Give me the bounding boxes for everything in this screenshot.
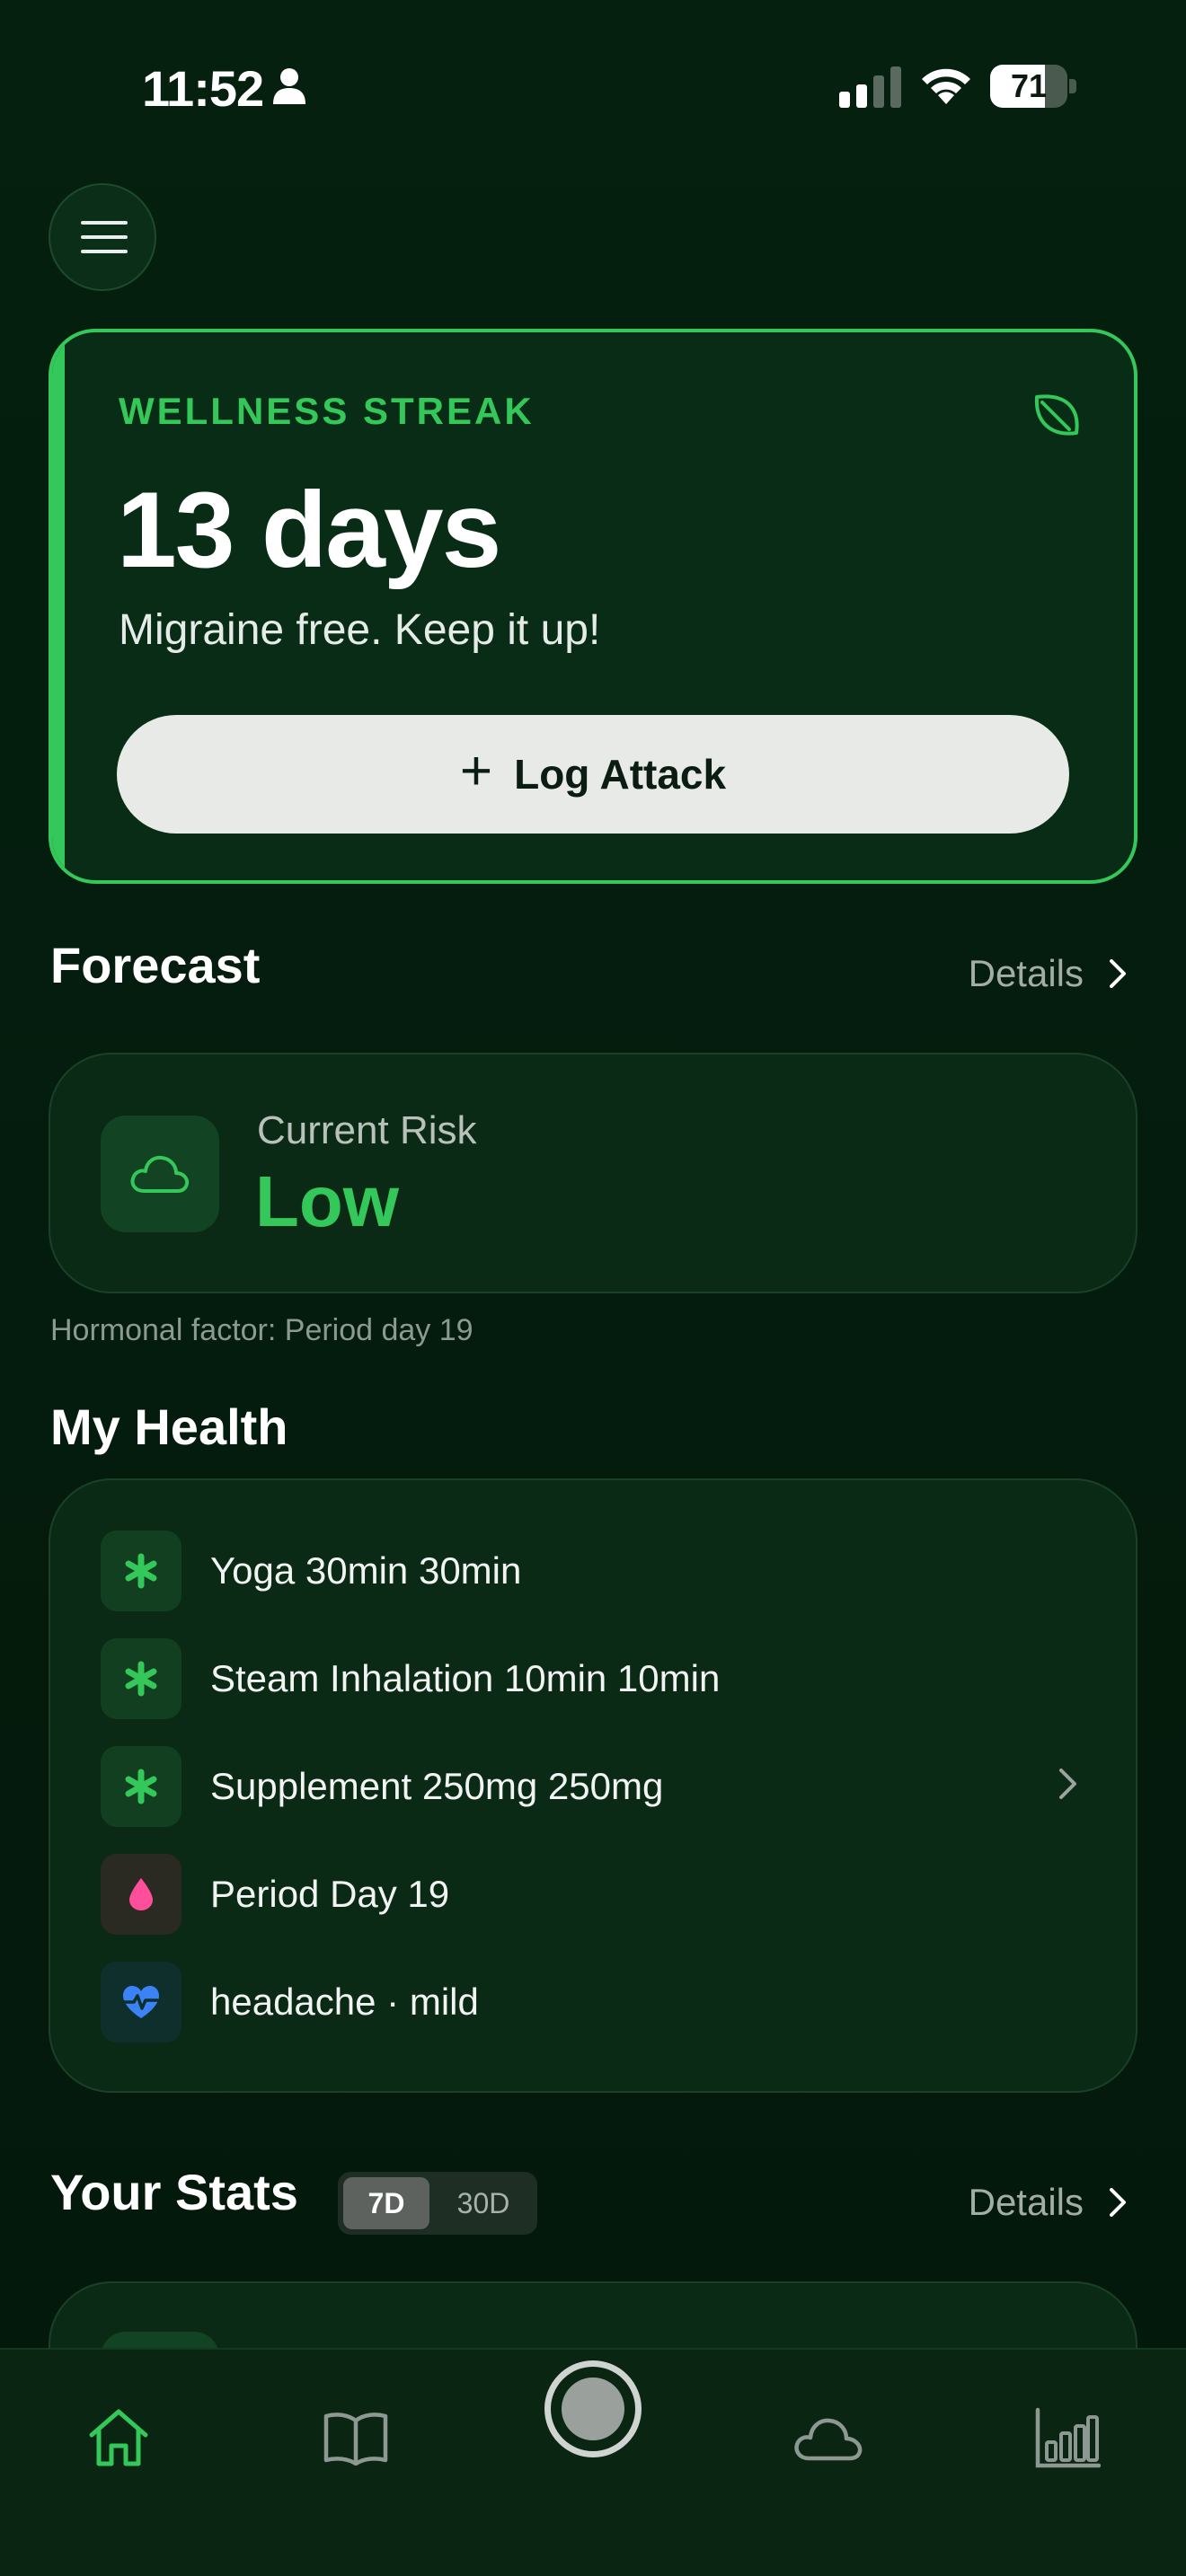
risk-value: Low — [255, 1161, 399, 1241]
home-icon — [89, 2409, 148, 2466]
my-health-title: My Health — [50, 1398, 288, 1455]
streak-subtitle: Migraine free. Keep it up! — [119, 606, 601, 654]
chevron-right-icon[interactable] — [1058, 1768, 1078, 1800]
list-item[interactable]: Supplement 250mg 250mg — [101, 1746, 1089, 1827]
my-health-card[interactable]: Yoga 30min 30min Steam Inhalation 10min … — [49, 1478, 1137, 2093]
tab-bar — [0, 2348, 1186, 2576]
health-item-label: Yoga 30min 30min — [210, 1549, 522, 1592]
person-icon — [273, 68, 305, 104]
risk-label: Current Risk — [257, 1108, 477, 1152]
asterisk-icon — [101, 1531, 181, 1611]
book-icon — [323, 2413, 388, 2466]
health-item-label: Supplement 250mg 250mg — [210, 1765, 664, 1807]
your-stats-title: Your Stats — [50, 2164, 298, 2220]
battery-percent: 71 — [1010, 67, 1048, 104]
hormonal-factor-note: Hormonal factor: Period day 19 — [50, 1313, 474, 1347]
tab-home[interactable] — [65, 2393, 173, 2483]
stats-details-label: Details — [968, 2181, 1084, 2223]
forecast-details-link[interactable]: Details — [969, 952, 1127, 995]
health-item-label: Steam Inhalation 10min 10min — [210, 1657, 721, 1699]
battery-indicator: 71 — [990, 65, 1076, 108]
cellular-signal-icon — [839, 66, 901, 108]
app-screen: 11:52 71 WELLNESS STREAK 13 days Migrain… — [0, 0, 1186, 2576]
status-time: 11:52 — [142, 60, 264, 117]
forecast-icon-box — [101, 1116, 219, 1232]
bar-chart-icon — [1035, 2407, 1101, 2468]
cloud-icon — [794, 2418, 863, 2461]
drop-icon — [101, 1854, 181, 1935]
list-item[interactable]: Period Day 19 — [101, 1854, 1089, 1935]
asterisk-icon — [101, 1638, 181, 1719]
health-item-label: headache · mild — [210, 1981, 479, 2023]
chevron-right-icon — [1110, 2188, 1126, 2217]
tab-stats[interactable] — [1013, 2393, 1121, 2483]
heart-pulse-icon — [101, 1962, 181, 2042]
stats-details-link[interactable]: Details — [969, 2181, 1127, 2224]
health-item-label: Period Day 19 — [210, 1873, 450, 1915]
list-item[interactable]: Yoga 30min 30min — [101, 1531, 1089, 1611]
list-item[interactable]: headache · mild — [101, 1962, 1089, 2042]
range-option-7d[interactable]: 7D — [343, 2177, 429, 2229]
asterisk-icon — [101, 1746, 181, 1827]
tab-forecast[interactable] — [774, 2393, 882, 2483]
streak-accent-bar — [52, 332, 65, 880]
hamburger-menu-icon — [81, 221, 128, 253]
menu-button[interactable] — [49, 183, 156, 291]
forecast-title: Forecast — [50, 937, 261, 993]
plus-icon: + — [459, 740, 493, 802]
record-icon — [562, 2378, 624, 2440]
forecast-card[interactable]: Current Risk Low — [49, 1053, 1137, 1293]
chevron-right-icon — [1110, 959, 1126, 988]
stats-range-toggle[interactable]: 7D 30D — [338, 2172, 537, 2235]
status-bar: 11:52 71 — [0, 54, 1186, 117]
log-attack-label: Log Attack — [514, 751, 727, 798]
record-button[interactable] — [544, 2360, 642, 2457]
wellness-streak-card: WELLNESS STREAK 13 days Migraine free. K… — [49, 329, 1137, 884]
streak-count: 13 days — [117, 470, 501, 590]
leaf-icon — [1034, 394, 1079, 436]
range-option-30d[interactable]: 30D — [435, 2177, 532, 2229]
tab-journal[interactable] — [302, 2393, 410, 2483]
cloud-icon — [130, 1155, 190, 1193]
log-attack-button[interactable]: + Log Attack — [117, 715, 1069, 834]
wifi-icon — [922, 68, 970, 104]
list-item[interactable]: Steam Inhalation 10min 10min — [101, 1638, 1089, 1719]
forecast-details-label: Details — [968, 952, 1084, 994]
streak-label: WELLNESS STREAK — [119, 390, 535, 432]
